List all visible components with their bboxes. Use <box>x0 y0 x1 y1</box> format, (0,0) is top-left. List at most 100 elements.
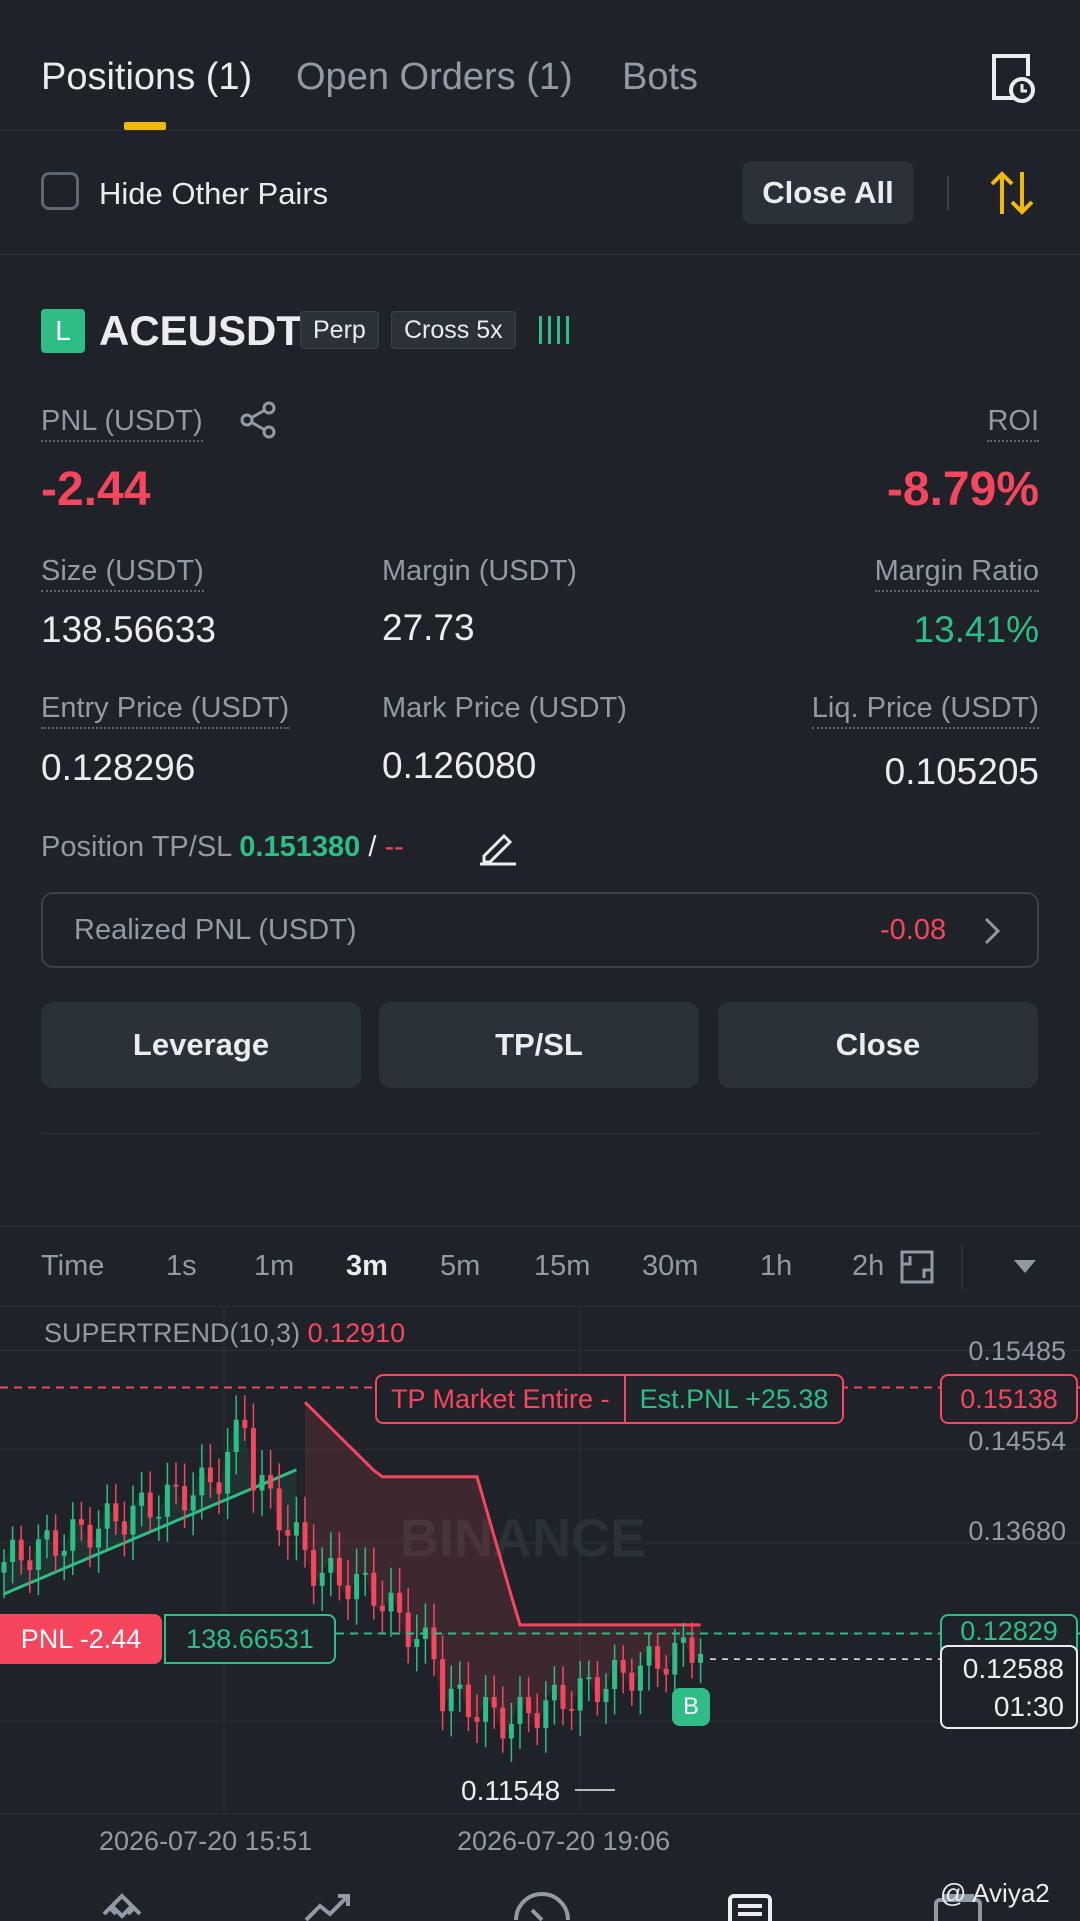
candle-body <box>121 1521 127 1535</box>
timeframe-time[interactable]: Time <box>41 1250 104 1283</box>
candle-body <box>44 1530 50 1540</box>
tp-est-pnl: Est.PNL +25.38 <box>639 1383 829 1414</box>
candle-body <box>10 1539 16 1562</box>
tp-line-label: TP Market Entire - <box>391 1383 610 1414</box>
edit-icon[interactable] <box>478 826 518 866</box>
symbol-name[interactable]: ACEUSDT <box>99 307 302 355</box>
active-tab-indicator <box>124 122 166 130</box>
candle-body <box>190 1495 196 1511</box>
candle-body <box>147 1492 153 1518</box>
low-price-label: 0.11548 <box>461 1775 561 1806</box>
candle-body <box>612 1659 618 1689</box>
candle-body <box>663 1668 669 1675</box>
candle-body <box>87 1524 93 1548</box>
tpsl-button[interactable]: TP/SL <box>379 1002 699 1088</box>
entry-price-value: 0.128296 <box>41 747 196 788</box>
hide-other-pairs-label[interactable]: Hide Other Pairs <box>99 176 328 212</box>
candle-body <box>302 1522 308 1550</box>
timeframe-3m[interactable]: 3m <box>346 1250 388 1283</box>
timeframe-1s[interactable]: 1s <box>166 1250 197 1283</box>
hide-other-pairs-checkbox[interactable] <box>41 172 79 210</box>
timeframe-5m[interactable]: 5m <box>440 1250 480 1283</box>
candle-body <box>345 1585 351 1600</box>
candle-body <box>319 1572 325 1586</box>
candle-body <box>448 1688 454 1712</box>
futures-icon[interactable] <box>726 1892 774 1921</box>
buy-marker[interactable]: B <box>672 1688 710 1726</box>
size-value: 138.56633 <box>41 609 216 650</box>
margin-ratio-label: Margin Ratio <box>874 555 1039 592</box>
collapse-chart-icon[interactable] <box>900 1250 934 1284</box>
order-history-icon[interactable] <box>990 52 1036 104</box>
candle-body <box>259 1474 265 1491</box>
size-label: Size (USDT) <box>41 555 204 592</box>
toolbar-divider <box>961 1244 963 1290</box>
position-size-tag: 138.66531 <box>164 1614 336 1664</box>
home-icon[interactable] <box>98 1892 146 1921</box>
candle-body <box>594 1677 600 1703</box>
tab-open-orders[interactable]: Open Orders (1) <box>296 56 573 99</box>
candle-body <box>405 1612 411 1647</box>
markets-icon[interactable] <box>302 1892 354 1921</box>
close-position-button[interactable]: Close <box>718 1002 1038 1088</box>
candle-body <box>53 1530 59 1556</box>
candle-body <box>500 1707 506 1739</box>
candle-body <box>431 1627 437 1660</box>
sort-icon[interactable] <box>990 170 1034 216</box>
candle-body <box>603 1688 609 1703</box>
sl-value: -- <box>384 831 404 863</box>
trade-icon[interactable] <box>510 1892 574 1921</box>
tp-price-tag: 0.15138 <box>940 1374 1078 1424</box>
tab-positions[interactable]: Positions (1) <box>41 56 252 99</box>
tab-bots[interactable]: Bots <box>622 56 698 99</box>
candle-body <box>517 1696 523 1724</box>
candle-body <box>182 1486 188 1511</box>
tp-value: 0.151380 <box>239 831 361 863</box>
x-axis-divider <box>0 1813 1080 1814</box>
margin-mode-tag[interactable]: Cross 5x <box>391 311 516 349</box>
candle-body <box>96 1528 102 1548</box>
timeframe-2h[interactable]: 2h <box>852 1250 884 1283</box>
candle-body <box>250 1428 256 1491</box>
candle-body <box>440 1659 446 1712</box>
candle-countdown: 01:30 <box>993 1691 1064 1722</box>
leverage-button[interactable]: Leverage <box>41 1002 361 1088</box>
perp-tag: Perp <box>300 311 379 349</box>
pnl-label: PNL (USDT) <box>41 405 203 442</box>
timeframe-1h[interactable]: 1h <box>760 1250 792 1283</box>
watermark-credit: @ Aviya2 <box>940 1878 1050 1908</box>
candle-body <box>569 1708 575 1711</box>
indicator-value: 0.12910 <box>307 1318 406 1348</box>
candle-body <box>371 1572 377 1606</box>
x-axis-label: 2026-07-20 15:51 <box>99 1826 313 1856</box>
timeframe-15m[interactable]: 15m <box>534 1250 590 1283</box>
candle-body <box>164 1484 170 1517</box>
divider <box>947 176 949 210</box>
roi-label: ROI <box>987 405 1039 442</box>
mark-price-value: 0.126080 <box>382 745 537 786</box>
candle-body <box>242 1419 248 1429</box>
candle-body <box>689 1637 695 1663</box>
candle-body <box>698 1653 704 1663</box>
close-all-button[interactable]: Close All <box>742 161 914 224</box>
roi-value: -8.79% <box>886 463 1039 516</box>
candle-body <box>113 1503 119 1522</box>
candle-body <box>543 1700 549 1729</box>
candle-body <box>397 1592 403 1613</box>
candle-body <box>293 1522 299 1536</box>
candle-body <box>457 1684 463 1689</box>
timeframe-1m[interactable]: 1m <box>254 1250 294 1283</box>
candle-body <box>233 1419 239 1452</box>
candle-body <box>207 1467 213 1483</box>
tp-order-line-tag[interactable]: TP Market Entire - Est.PNL +25.38 <box>375 1374 845 1424</box>
candle-body <box>526 1696 532 1714</box>
candle-body <box>379 1605 385 1612</box>
section-divider <box>0 254 1080 255</box>
candle-body <box>629 1672 635 1691</box>
position-pnl-tag[interactable]: PNL -2.44 <box>0 1614 162 1664</box>
share-icon[interactable] <box>238 400 278 440</box>
candle-body <box>328 1557 334 1573</box>
mark-price-label: Mark Price (USDT) <box>382 692 627 724</box>
timeframe-30m[interactable]: 30m <box>642 1250 698 1283</box>
dropdown-triangle-icon[interactable] <box>1014 1260 1036 1274</box>
